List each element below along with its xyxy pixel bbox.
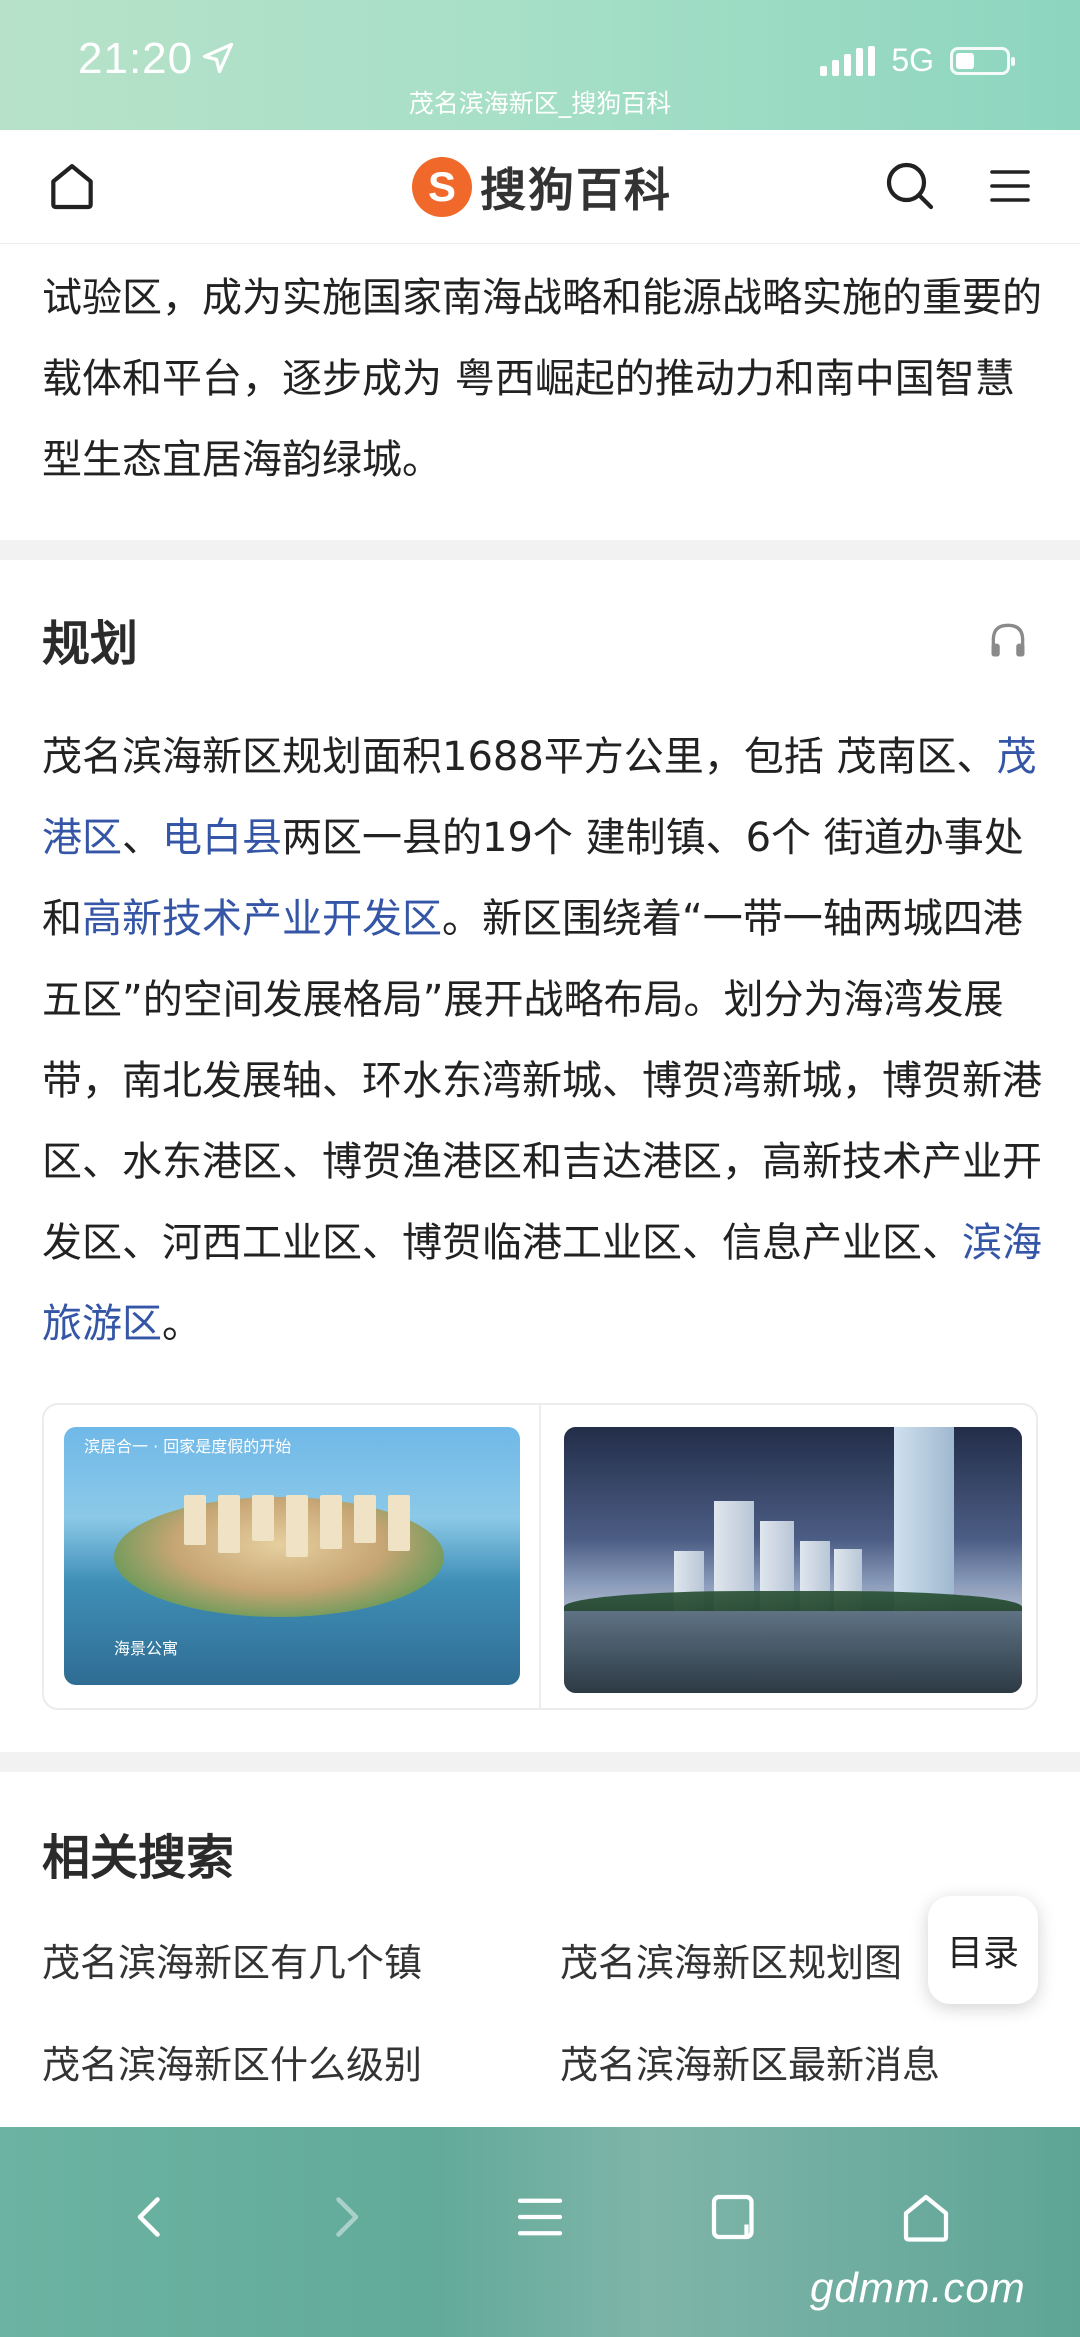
section-title-related: 相关搜索 (42, 1830, 235, 1886)
logo-mark: S (412, 157, 472, 217)
search-icon[interactable] (882, 158, 938, 214)
status-bar: 21:20 5G 茂名滨海新区_搜狗百科 (0, 0, 1080, 130)
related-search-item[interactable]: 茂名滨海新区有几个镇 (42, 1932, 422, 1987)
intro-paragraph: 试验区，成为实施国家南海战略和能源战略实施的重要的载体和平台，逐步成为 粤西崛起… (42, 275, 1042, 483)
home-icon[interactable] (44, 158, 100, 214)
link-high-tech-zone[interactable]: 高新技术产业开发区 (82, 896, 442, 942)
link-dianbai[interactable]: 电白县 (162, 815, 282, 861)
location-arrow-icon (202, 42, 234, 74)
battery-icon (950, 46, 1015, 75)
back-icon[interactable] (120, 2187, 180, 2247)
image-caption-bottom: 海景公寓 (114, 1639, 179, 1658)
network-type: 5G (891, 42, 934, 78)
planning-text-5: 。 (162, 1301, 202, 1347)
forward-icon[interactable] (316, 2187, 376, 2247)
related-search-item[interactable]: 茂名滨海新区最新消息 (560, 2034, 940, 2089)
site-header: S 搜狗百科 (0, 130, 1080, 244)
planning-text-1: 茂名滨海新区规划面积1688平方公里，包括 茂南区、 (42, 734, 997, 780)
gallery-image-city-skyline[interactable] (564, 1427, 1022, 1693)
headphone-icon[interactable] (986, 618, 1030, 662)
planning-text-4: 。新区围绕着“一带一轴两城四港五区”的空间发展格局”展开战略布局。划分为海湾发展… (42, 896, 1042, 1266)
table-of-contents-button[interactable]: 目录 (928, 1896, 1038, 2004)
page-url-title: 茂名滨海新区_搜狗百科 (408, 89, 672, 118)
sogou-baike-logo[interactable]: S 搜狗百科 (412, 154, 672, 220)
related-search-item[interactable]: 茂名滨海新区规划图 (560, 1932, 902, 1987)
signal-icon (820, 45, 876, 76)
logo-text: 搜狗百科 (480, 163, 672, 217)
tabs-icon[interactable] (704, 2187, 764, 2247)
section-title-planning: 规划 (42, 616, 139, 672)
section-divider (0, 1752, 1080, 1772)
menu-list-icon[interactable] (510, 2187, 570, 2247)
image-caption-top: 滨居合一 · 回家是度假的开始 (84, 1437, 292, 1456)
planning-text-2: 、 (122, 815, 162, 861)
gallery-image-seaview-apartments[interactable]: 滨居合一 · 回家是度假的开始 海景公寓 (64, 1427, 520, 1685)
image-gallery: 滨居合一 · 回家是度假的开始 海景公寓 (42, 1403, 1038, 1710)
status-icons: 5G (820, 42, 1015, 79)
related-search-item[interactable]: 茂名滨海新区什么级别 (42, 2034, 422, 2089)
status-time: 21:20 (78, 34, 194, 83)
planning-paragraph: 茂名滨海新区规划面积1688平方公里，包括 茂南区、茂港区、电白县两区一县的19… (42, 717, 1042, 1365)
section-divider (0, 540, 1080, 560)
menu-icon[interactable] (986, 162, 1034, 210)
home-icon[interactable] (896, 2187, 956, 2247)
watermark: gdmm.com (810, 2264, 1026, 2311)
